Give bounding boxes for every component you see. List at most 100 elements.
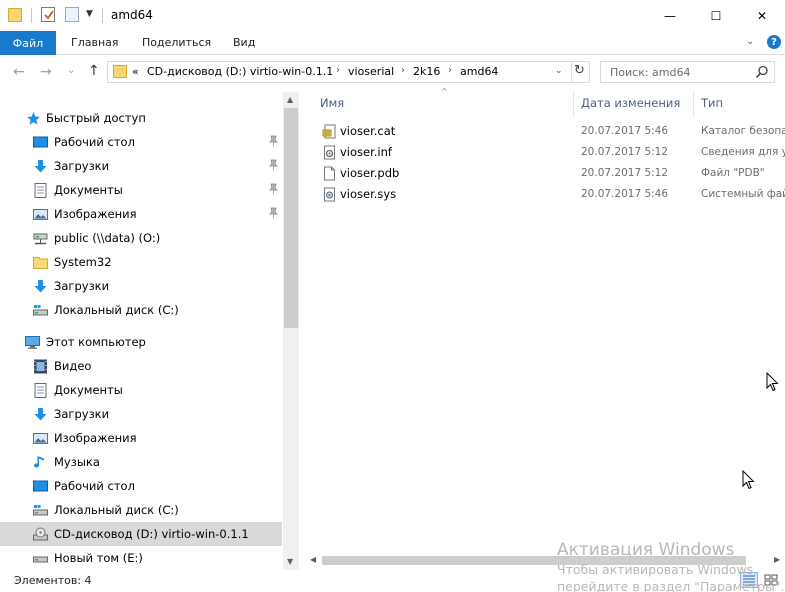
breadcrumb-separator[interactable]: › — [448, 65, 452, 76]
sidebar-item-pictures[interactable]: Изображения — [0, 202, 282, 226]
sidebar-item-label: System32 — [54, 255, 112, 269]
downloads-icon — [34, 280, 47, 293]
column-divider[interactable] — [693, 90, 694, 116]
file-type: Файл "PDB" — [701, 167, 765, 179]
drive-icon — [33, 556, 48, 563]
maximize-button[interactable]: ☐ — [693, 0, 739, 31]
sidebar-item-downloads[interactable]: Загрузки — [0, 154, 282, 178]
column-divider[interactable] — [573, 90, 574, 116]
customize-toolbar-chevron-icon[interactable]: ▼ — [86, 9, 93, 26]
breadcrumb-vioserial[interactable]: vioserial — [348, 65, 394, 78]
sidebar-item-documents-pc[interactable]: Документы — [0, 378, 282, 402]
desktop-icon — [33, 480, 48, 492]
sidebar-item-downloads-2[interactable]: Загрузки — [0, 274, 282, 298]
scrollbar-thumb[interactable] — [284, 108, 298, 328]
breadcrumb-separator[interactable]: › — [401, 65, 405, 76]
properties-check-icon[interactable] — [41, 7, 55, 22]
pin-icon[interactable] — [268, 207, 279, 219]
search-box[interactable] — [600, 61, 775, 83]
window-title: amd64 — [111, 8, 153, 22]
scroll-up-arrow-icon[interactable]: ▲ — [287, 95, 293, 104]
sidebar-item-local-disk-pc[interactable]: Локальный диск (C:) — [0, 498, 282, 522]
mouse-cursor-icon — [766, 372, 779, 392]
close-button[interactable]: ✕ — [739, 0, 785, 31]
tab-file[interactable]: Файл — [0, 31, 56, 55]
file-name: vioser.pdb — [340, 166, 400, 180]
forward-button[interactable]: → — [40, 64, 52, 80]
pin-icon[interactable] — [268, 183, 279, 195]
sidebar-item-quick-access[interactable]: Быстрый доступ — [0, 106, 282, 130]
sidebar-item-desktop-pc[interactable]: Рабочий стол — [0, 474, 282, 498]
recent-locations-chevron-icon[interactable]: ⌄ — [67, 65, 75, 76]
tab-share[interactable]: Поделиться — [142, 36, 211, 49]
file-date: 20.07.2017 5:46 — [581, 188, 669, 200]
sidebar-scrollbar[interactable]: ▲ ▼ — [283, 92, 299, 570]
sidebar-item-pictures-pc[interactable]: Изображения — [0, 426, 282, 450]
sidebar-item-documents[interactable]: Документы — [0, 178, 282, 202]
refresh-icon[interactable]: ↻ — [574, 63, 585, 78]
breadcrumb-overflow[interactable]: « — [132, 65, 139, 78]
pin-icon[interactable] — [268, 159, 279, 171]
column-header-type[interactable]: Тип — [701, 96, 723, 110]
file-name: vioser.cat — [340, 124, 396, 138]
sidebar-item-downloads-pc[interactable]: Загрузки — [0, 402, 282, 426]
sidebar-item-this-pc[interactable]: Этот компьютер — [0, 330, 282, 354]
sidebar-item-network-drive[interactable]: public (\\data) (O:) — [0, 226, 282, 250]
sidebar-item-label: Локальный диск (C:) — [54, 503, 179, 517]
activation-watermark: Активация Windows Чтобы активировать Win… — [557, 540, 785, 592]
pin-icon[interactable] — [268, 135, 279, 147]
scroll-down-arrow-icon[interactable]: ▼ — [287, 557, 293, 566]
desktop-icon — [33, 136, 48, 148]
title-bar: ▼ amd64 — ☐ ✕ — [0, 0, 785, 31]
back-button[interactable]: ← — [13, 64, 25, 80]
scroll-left-arrow-icon[interactable]: ◀ — [310, 555, 316, 564]
expand-ribbon-chevron-icon[interactable]: ⌄ — [746, 36, 754, 47]
sidebar-item-new-volume[interactable]: Новый том (E:) — [0, 546, 282, 570]
file-date: 20.07.2017 5:12 — [581, 146, 669, 158]
table-row[interactable]: vioser.sys 20.07.2017 5:46 Системный фай… — [318, 184, 785, 205]
sidebar-item-music[interactable]: Музыка — [0, 450, 282, 474]
breadcrumb-separator[interactable]: › — [336, 65, 340, 76]
file-date: 20.07.2017 5:12 — [581, 167, 669, 179]
navigation-pane: Быстрый доступ Рабочий стол Загрузки Док… — [0, 92, 300, 570]
navigation-bar: ← → ⌄ ↑ « CD-дисковод (D:) virtio-win-0.… — [0, 55, 785, 90]
table-row[interactable]: vioser.inf 20.07.2017 5:12 Сведения для … — [318, 142, 785, 163]
breadcrumb-cd-drive[interactable]: CD-дисковод (D:) virtio-win-0.1.1 — [147, 65, 333, 78]
search-input[interactable] — [601, 62, 751, 82]
sidebar-item-local-disk[interactable]: Локальный диск (C:) — [0, 298, 282, 322]
new-folder-icon[interactable] — [65, 7, 79, 22]
folder-icon — [8, 8, 22, 22]
column-header-date[interactable]: Дата изменения — [581, 96, 680, 110]
tab-home[interactable]: Главная — [71, 36, 119, 49]
local-disk-icon — [33, 505, 48, 516]
tab-view[interactable]: Вид — [233, 36, 255, 49]
cd-drive-icon — [33, 527, 48, 541]
sidebar-item-video[interactable]: Видео — [0, 354, 282, 378]
star-icon — [27, 112, 40, 125]
column-header-name[interactable]: Имя — [320, 96, 344, 110]
folder-icon — [33, 257, 48, 269]
network-drive-icon — [33, 233, 48, 245]
address-history-chevron-icon[interactable]: ⌄ — [555, 66, 563, 76]
sidebar-item-label: Локальный диск (C:) — [54, 303, 179, 317]
sidebar-item-cd-drive[interactable]: CD-дисковод (D:) virtio-win-0.1.1 — [0, 522, 282, 546]
setup-info-file-icon — [324, 145, 335, 160]
sort-ascending-icon: ^ — [441, 87, 448, 96]
video-icon — [34, 359, 47, 374]
table-row[interactable]: vioser.cat 20.07.2017 5:46 Каталог безоп… — [318, 121, 785, 142]
sidebar-item-system32[interactable]: System32 — [0, 250, 282, 274]
table-row[interactable]: vioser.pdb 20.07.2017 5:12 Файл "PDB" — [318, 163, 785, 184]
music-icon — [34, 456, 44, 468]
help-icon[interactable]: ? — [767, 35, 781, 49]
address-bar[interactable]: « CD-дисковод (D:) virtio-win-0.1.1 › vi… — [107, 61, 590, 83]
up-button[interactable]: ↑ — [88, 63, 100, 79]
sidebar-item-desktop[interactable]: Рабочий стол — [0, 130, 282, 154]
breadcrumb-amd64[interactable]: amd64 — [460, 65, 498, 78]
sidebar-item-label: Видео — [54, 359, 92, 373]
sidebar-item-label: CD-дисковод (D:) virtio-win-0.1.1 — [54, 527, 249, 541]
sidebar-item-label: Документы — [54, 383, 123, 397]
minimize-button[interactable]: — — [647, 0, 693, 31]
system-file-icon — [324, 187, 335, 202]
search-icon[interactable] — [755, 65, 769, 79]
breadcrumb-2k16[interactable]: 2k16 — [413, 65, 440, 78]
